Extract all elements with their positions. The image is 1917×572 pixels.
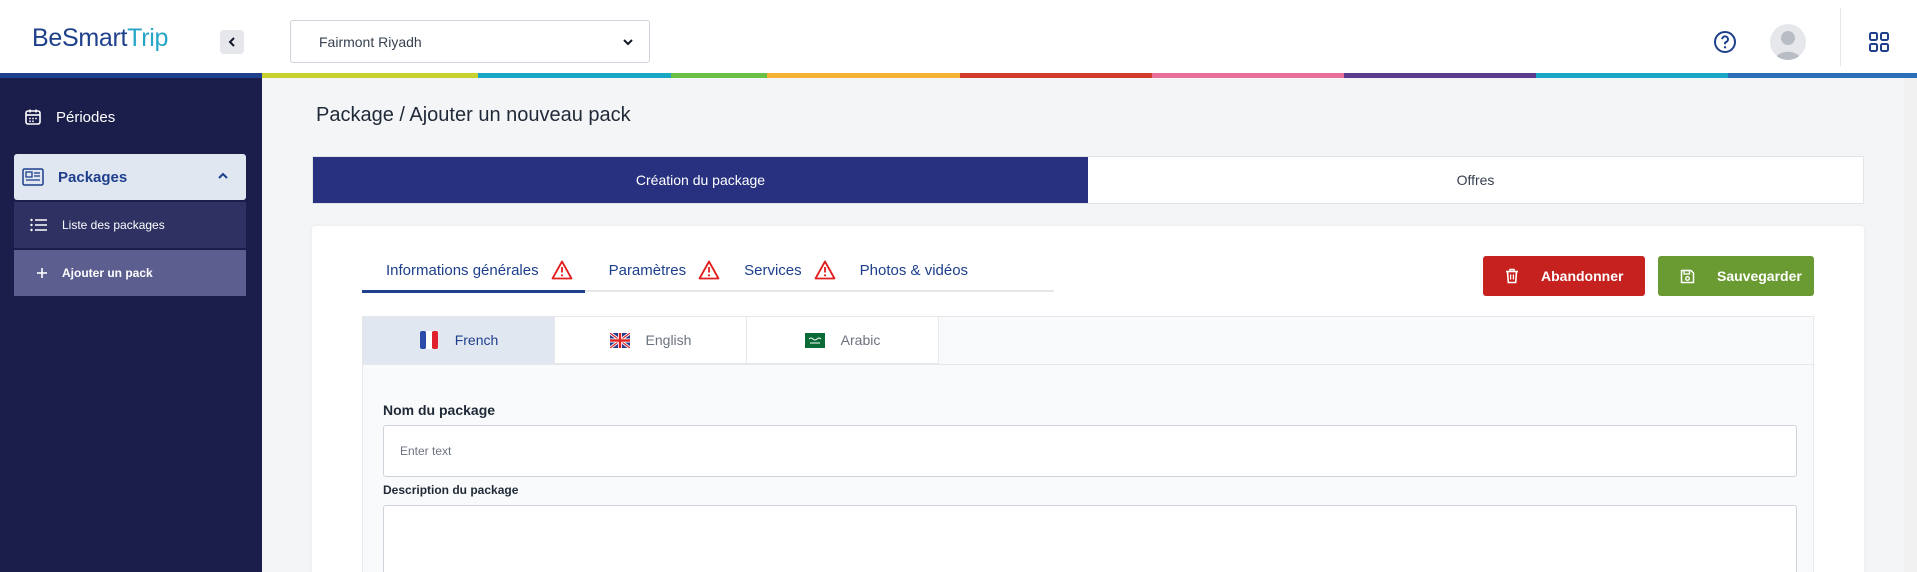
stripe-segment	[960, 73, 1152, 78]
step-creation-du-package[interactable]: Création du package	[313, 157, 1088, 203]
logo-text-besmart: BeSmart	[32, 24, 128, 52]
lang-tab-label: French	[454, 332, 499, 348]
package-name-label: Nom du package	[383, 402, 496, 418]
stripe-segment	[1536, 73, 1728, 78]
help-icon[interactable]	[1713, 30, 1737, 54]
sidebar-item-packages[interactable]: Packages	[14, 154, 246, 200]
package-icon	[22, 168, 44, 186]
warning-icon	[551, 260, 573, 280]
abandon-button-label: Abandonner	[1541, 268, 1624, 284]
step-offres[interactable]: Offres	[1088, 157, 1863, 203]
sidebar: Périodes Packages Liste des packages Ajo…	[0, 78, 262, 572]
tab-label: Informations générales	[386, 262, 539, 279]
stripe-segment	[1344, 73, 1536, 78]
stripe-segment	[767, 73, 960, 78]
tab-informations-generales[interactable]: Informations générales	[362, 258, 585, 293]
package-description-textarea[interactable]	[383, 505, 1797, 572]
package-description-label: Description du package	[383, 483, 519, 497]
tab-label: Paramètres	[608, 262, 687, 279]
chevron-left-icon	[228, 37, 235, 47]
save-button-label: Sauvegarder	[1717, 268, 1802, 284]
trash-icon	[1505, 268, 1519, 284]
brand-color-stripe	[0, 73, 1917, 78]
collapse-sidebar-button[interactable]	[220, 30, 244, 54]
lang-tab-french[interactable]: French	[362, 316, 555, 364]
lang-tab-label: English	[645, 332, 692, 348]
tab-parametres[interactable]: Paramètres	[609, 258, 721, 292]
tab-photos-videos[interactable]: Photos & vidéos	[860, 258, 968, 292]
lang-tab-english[interactable]: English	[554, 316, 747, 364]
tab-label: Services	[744, 262, 802, 279]
top-header: BeSmartTrip Fairmont Riyadh	[0, 0, 1917, 74]
flag-saudi-icon	[804, 332, 825, 348]
plus-icon	[36, 267, 48, 279]
tab-label: Photos & vidéos	[859, 262, 969, 279]
lang-panel-divider	[363, 364, 1815, 365]
lang-tab-arabic[interactable]: Arabic	[746, 316, 939, 364]
chevron-down-icon	[621, 35, 635, 54]
stripe-segment	[1728, 73, 1917, 78]
flag-france-icon	[419, 330, 439, 350]
sidebar-item-label: Périodes	[56, 108, 116, 126]
app-logo[interactable]: BeSmartTrip	[32, 24, 168, 53]
sidebar-subitem-label: Liste des packages	[62, 218, 165, 232]
header-divider	[1840, 8, 1841, 66]
stripe-segment	[262, 73, 478, 78]
tab-services[interactable]: Services	[744, 258, 836, 292]
sidebar-subitem-package-list[interactable]: Liste des packages	[14, 202, 246, 248]
logo-text-trip: Trip	[127, 24, 169, 52]
sidebar-item-label: Packages	[58, 168, 128, 186]
stripe-segment	[1152, 73, 1344, 78]
chevron-up-icon	[216, 169, 230, 187]
sidebar-item-periodes[interactable]: Périodes	[0, 100, 262, 134]
apps-grid-icon[interactable]	[1868, 31, 1890, 53]
vertical-scrollbar[interactable]	[1904, 78, 1917, 572]
sidebar-subitem-add-pack[interactable]: Ajouter un pack	[14, 250, 246, 296]
lang-tab-label: Arabic	[840, 332, 881, 348]
flag-uk-icon	[609, 332, 630, 348]
warning-icon	[814, 260, 836, 280]
hotel-select[interactable]: Fairmont Riyadh	[290, 20, 650, 63]
package-name-input[interactable]	[383, 425, 1797, 477]
sidebar-subitem-label: Ajouter un pack	[62, 266, 153, 280]
form-tabs: Informations générales Paramètres Servic…	[362, 258, 1054, 293]
list-icon	[30, 218, 48, 232]
wizard-steps: Création du package Offres	[312, 156, 1864, 204]
save-button[interactable]: Sauvegarder	[1658, 256, 1814, 296]
abandon-button[interactable]: Abandonner	[1483, 256, 1645, 296]
language-tabs: French English Arabic	[362, 316, 939, 364]
hotel-select-value: Fairmont Riyadh	[319, 34, 422, 50]
warning-icon	[698, 260, 720, 280]
stripe-segment	[478, 73, 671, 78]
stripe-segment	[671, 73, 767, 78]
package-form-card: Informations générales Paramètres Servic…	[312, 226, 1864, 572]
language-panel: French English Arabic Nom du package Des…	[362, 316, 1815, 572]
avatar[interactable]	[1770, 24, 1806, 60]
save-icon	[1680, 269, 1695, 284]
page-title: Package / Ajouter un nouveau pack	[316, 104, 631, 126]
calendar-icon	[24, 108, 42, 126]
